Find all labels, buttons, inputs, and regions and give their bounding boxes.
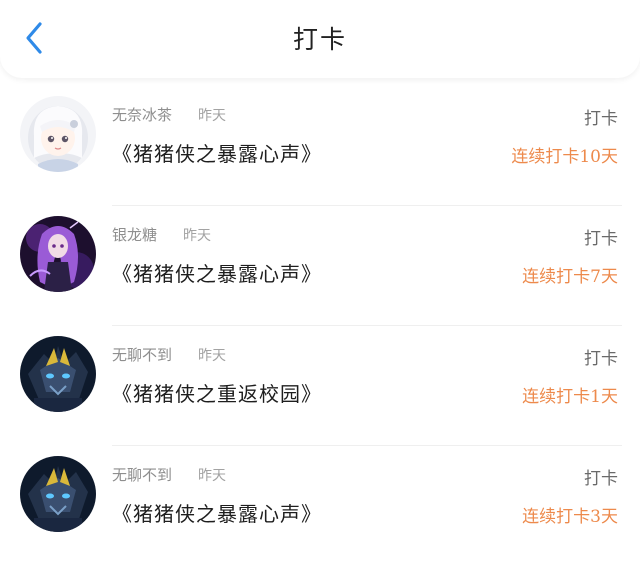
list-item[interactable]: 银龙糖 昨天 《猪猪侠之暴露心声》 打卡 连续打卡7天 [0, 205, 640, 326]
user-avatar-image [20, 456, 96, 532]
page-title: 打卡 [292, 25, 347, 54]
checkin-label: 打卡 [584, 109, 618, 129]
checkin-list: 无奈冰茶 昨天 《猪猪侠之暴露心声》 打卡 连续打卡10天 银龙糖 昨天 《猪猪侠 [0, 86, 640, 566]
top-bar: 打卡 [0, 0, 640, 78]
checkin-label: 打卡 [584, 469, 618, 489]
timestamp: 昨天 [198, 108, 227, 124]
user-avatar-image [20, 336, 96, 412]
username[interactable]: 银龙糖 [112, 226, 157, 244]
book-title[interactable]: 《猪猪侠之暴露心声》 [112, 258, 322, 287]
timestamp: 昨天 [198, 468, 227, 484]
list-item[interactable]: 无聊不到 昨天 《猪猪侠之重返校园》 打卡 连续打卡1天 [0, 325, 640, 446]
streak-text: 连续打卡10天 [511, 147, 618, 167]
avatar[interactable] [20, 456, 96, 532]
timestamp: 昨天 [198, 348, 227, 364]
username[interactable]: 无奈冰茶 [112, 106, 172, 124]
list-item[interactable]: 无聊不到 昨天 《猪猪侠之暴露心声》 打卡 连续打卡3天 [0, 445, 640, 566]
timestamp: 昨天 [183, 228, 212, 244]
username[interactable]: 无聊不到 [112, 466, 172, 484]
checkin-label: 打卡 [584, 229, 618, 249]
book-title[interactable]: 《猪猪侠之暴露心声》 [112, 498, 322, 527]
book-title[interactable]: 《猪猪侠之重返校园》 [112, 378, 322, 407]
list-item[interactable]: 无奈冰茶 昨天 《猪猪侠之暴露心声》 打卡 连续打卡10天 [0, 86, 640, 206]
avatar[interactable] [20, 96, 96, 172]
streak-text: 连续打卡7天 [522, 267, 618, 287]
streak-text: 连续打卡1天 [522, 387, 618, 407]
username[interactable]: 无聊不到 [112, 346, 172, 364]
streak-text: 连续打卡3天 [522, 507, 618, 527]
avatar[interactable] [20, 216, 96, 292]
book-title[interactable]: 《猪猪侠之暴露心声》 [112, 138, 322, 167]
avatar[interactable] [20, 336, 96, 412]
user-avatar-image [20, 96, 96, 172]
checkin-label: 打卡 [584, 349, 618, 369]
user-avatar-image [20, 216, 96, 292]
